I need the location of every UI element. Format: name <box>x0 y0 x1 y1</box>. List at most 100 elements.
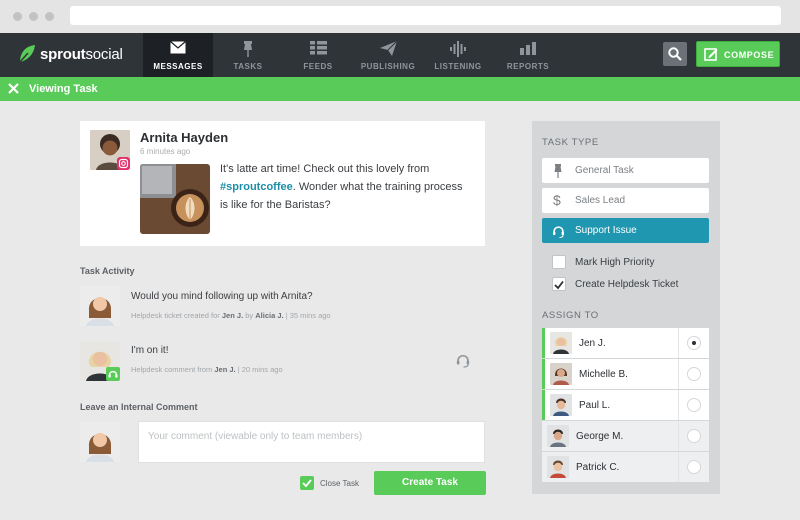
nav-feeds[interactable]: FEEDS <box>283 33 353 77</box>
pin-icon <box>554 164 562 178</box>
waveform-icon <box>450 41 466 57</box>
assignee-radio-cell <box>678 452 709 482</box>
assign-to-title: ASSIGN TO <box>542 310 599 321</box>
browser-chrome <box>0 0 800 33</box>
nav-publishing[interactable]: PUBLISHING <box>353 33 423 77</box>
check-icon <box>302 479 312 488</box>
task-type-title: TASK TYPE <box>542 137 599 148</box>
activity-text: Would you mind following up with Arnita? <box>131 291 313 302</box>
helpdesk-badge-icon <box>106 367 120 381</box>
current-user-avatar <box>80 422 120 462</box>
envelope-icon <box>170 41 186 54</box>
assignee-radio[interactable] <box>687 398 701 412</box>
type-label: General Task <box>575 165 634 176</box>
nav-messages[interactable]: MESSAGES <box>143 33 213 77</box>
activity-meta: Helpdesk ticket created for Jen J. by Al… <box>131 311 331 320</box>
comment-placeholder: Your comment (viewable only to team memb… <box>148 431 363 442</box>
assignee-name: Michelle B. <box>579 369 628 380</box>
assignee-radio-cell <box>678 421 709 451</box>
message-card: Arnita Hayden 6 minutes ago It's latte a… <box>80 121 485 246</box>
assignee-radio[interactable] <box>687 336 701 350</box>
instagram-icon <box>117 157 130 170</box>
task-panel: TASK TYPE General Task $ Sales Lead Supp… <box>532 121 720 494</box>
task-type-support[interactable]: Support Issue <box>542 218 709 243</box>
pin-icon <box>244 41 252 57</box>
activity-text: I'm on it! <box>131 345 169 356</box>
comment-input[interactable]: Your comment (viewable only to team memb… <box>138 421 485 463</box>
helpdesk-ticket-checkbox[interactable] <box>552 277 566 291</box>
nav-label: FEEDS <box>303 62 333 71</box>
top-nav: sproutsocial MESSAGES TASKS FEEDS PUBLIS… <box>0 33 800 77</box>
assignee-radio[interactable] <box>687 367 701 381</box>
window-dot <box>29 12 38 21</box>
taskbar-title: Viewing Task <box>29 83 98 95</box>
task-activity-title: Task Activity <box>80 266 135 276</box>
nav-listening[interactable]: LISTENING <box>423 33 493 77</box>
headset-icon <box>456 354 470 368</box>
close-task-label: Close Task <box>320 479 359 488</box>
logo-text: sproutsocial <box>40 45 123 63</box>
assignee-name: George M. <box>576 431 624 442</box>
compose-button[interactable]: COMPOSE <box>696 41 780 67</box>
search-button[interactable] <box>663 42 687 66</box>
window-dot <box>45 12 54 21</box>
dollar-icon: $ <box>553 192 561 208</box>
assignee-avatar <box>547 425 569 447</box>
nav-tasks[interactable]: TASKS <box>213 33 283 77</box>
assignee-radio[interactable] <box>687 460 701 474</box>
assignee-row[interactable]: Paul L. <box>542 390 709 420</box>
close-task-checkbox[interactable] <box>300 476 314 490</box>
search-icon <box>668 47 682 61</box>
comment-title: Leave an Internal Comment <box>80 402 198 412</box>
assignee-row[interactable]: Michelle B. <box>542 359 709 389</box>
window-dot <box>13 12 22 21</box>
paper-plane-icon <box>380 41 397 56</box>
high-priority-checkbox[interactable] <box>552 255 566 269</box>
assignee-row[interactable]: Patrick C. <box>542 452 709 482</box>
close-icon[interactable] <box>8 83 19 94</box>
hashtag-link[interactable]: #sproutcoffee <box>220 181 293 193</box>
sproutsocial-logo[interactable]: sproutsocial <box>18 44 123 64</box>
nav-reports[interactable]: REPORTS <box>493 33 563 77</box>
assignee-radio[interactable] <box>687 429 701 443</box>
task-type-sales[interactable]: $ Sales Lead <box>542 188 709 213</box>
assignee-name: Patrick C. <box>576 462 620 473</box>
assignee-avatar <box>550 394 572 416</box>
compose-icon <box>704 48 718 61</box>
latte-image[interactable] <box>140 164 210 234</box>
nav-label: MESSAGES <box>153 62 203 71</box>
assignee-avatar <box>550 332 572 354</box>
assignee-avatar <box>547 456 569 478</box>
author-name[interactable]: Arnita Hayden <box>140 130 228 145</box>
type-label: Support Issue <box>575 225 637 236</box>
assignee-avatar <box>550 363 572 385</box>
assignee-radio-cell <box>678 328 709 358</box>
viewing-task-bar: Viewing Task <box>0 77 800 101</box>
compose-label: COMPOSE <box>724 50 775 60</box>
bar-chart-icon <box>520 42 536 55</box>
list-icon <box>310 41 327 55</box>
task-type-general[interactable]: General Task <box>542 158 709 183</box>
user-avatar <box>80 286 120 326</box>
activity-meta: Helpdesk comment from Jen J. | 20 mins a… <box>131 365 283 374</box>
assignee-radio-cell <box>678 359 709 389</box>
create-task-label: Create Task <box>402 477 458 488</box>
assignee-row[interactable]: Jen J. <box>542 328 709 358</box>
nav-label: TASKS <box>233 62 263 71</box>
assignee-radio-cell <box>678 390 709 420</box>
assignee-name: Jen J. <box>579 338 606 349</box>
address-bar[interactable] <box>70 6 781 25</box>
assignee-row[interactable]: George M. <box>542 421 709 451</box>
type-label: Sales Lead <box>575 195 626 206</box>
nav-label: REPORTS <box>506 62 550 71</box>
leaf-icon <box>19 45 35 63</box>
nav-label: PUBLISHING <box>360 62 416 71</box>
message-time: 6 minutes ago <box>140 147 191 156</box>
nav-label: LISTENING <box>434 62 482 71</box>
helpdesk-ticket-label: Create Helpdesk Ticket <box>575 279 679 290</box>
check-icon <box>554 280 564 290</box>
high-priority-label: Mark High Priority <box>575 257 655 268</box>
headset-icon <box>553 226 564 238</box>
message-text: It's latte art time! Check out this love… <box>220 163 463 211</box>
create-task-button[interactable]: Create Task <box>374 471 486 495</box>
